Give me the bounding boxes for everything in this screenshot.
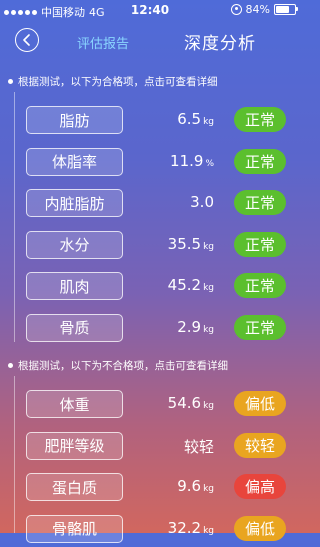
metric-value-number: 11.9: [170, 151, 204, 170]
metric-value: 3.0: [190, 193, 214, 211]
metric-unit: kg: [203, 283, 214, 293]
status-badge: 正常: [234, 314, 286, 340]
metric-row[interactable]: 肥胖等级 较轻 较轻: [0, 431, 300, 464]
metric-unit: kg: [203, 117, 214, 127]
bullet-dot-icon: [8, 363, 13, 368]
qualified-heading-text: 根据测试，以下为合格项，点击可查看详细: [18, 76, 218, 88]
report-tab-link[interactable]: 评估报告: [77, 33, 129, 52]
metric-unit: kg: [203, 241, 214, 252]
metric-unit: kg: [203, 525, 214, 536]
metric-value: 35.5 kg: [168, 235, 214, 253]
metric-value-number: 32.2: [167, 518, 202, 537]
status-badge: 偏高: [234, 474, 286, 499]
metric-label-button[interactable]: 水分: [26, 230, 123, 259]
metric-value: 9.6 kg: [177, 477, 214, 495]
bullet-dot-icon: [8, 79, 13, 84]
unqualified-heading-text: 根据测试，以下为不合格项，点击可查看详细: [18, 360, 228, 372]
metric-value-number: 9.6: [177, 477, 202, 495]
metric-label-button[interactable]: 体脂率: [26, 147, 123, 176]
status-badge: 正常: [234, 273, 286, 298]
metric-row[interactable]: 蛋白质 9.6 kg 偏高: [0, 473, 300, 505]
metric-row[interactable]: 体脂率 11.9% 正常: [0, 147, 300, 180]
metric-unit: kg: [203, 401, 214, 411]
metric-label-button[interactable]: 骨骼肌: [26, 514, 123, 543]
metric-value: 45.2 kg: [168, 276, 214, 294]
chevron-left-icon: [23, 34, 30, 46]
metric-value: 54.6 kg: [168, 394, 214, 412]
metric-value-number: 35.5: [167, 234, 202, 253]
metric-value-number: 45.2: [167, 276, 202, 294]
metric-row[interactable]: 内脏脂肪 3.0 正常: [0, 189, 300, 221]
metric-unit: kg: [203, 484, 214, 494]
status-badge: 正常: [234, 190, 286, 215]
status-bar: 中国移动 4G 12:40 84%: [0, 0, 300, 20]
metric-label-button[interactable]: 脂肪: [26, 106, 123, 134]
metric-label-button[interactable]: 肥胖等级: [26, 431, 123, 460]
metric-unit: %: [205, 158, 214, 169]
metric-row[interactable]: 肌肉 45.2 kg 正常: [0, 272, 300, 304]
metric-row[interactable]: 水分 35.5 kg 正常: [0, 230, 300, 263]
battery-icon: [274, 4, 298, 15]
metric-value-number: 较轻: [183, 437, 214, 456]
metric-label-button[interactable]: 骨质: [26, 313, 123, 342]
status-badge: 较轻: [234, 432, 286, 458]
metric-unit: kg: [203, 324, 214, 335]
battery-group: 84%: [230, 3, 298, 16]
metric-label-button[interactable]: 体重: [26, 390, 123, 418]
metric-value-number: 6.5: [177, 110, 202, 128]
metric-value: 6.5 kg: [177, 110, 214, 128]
rotation-lock-icon: [230, 4, 242, 15]
page-title: 深度分析: [184, 34, 256, 54]
status-badge: 正常: [234, 148, 286, 174]
metric-row[interactable]: 骨质 2.9 kg 正常: [0, 313, 300, 346]
metric-row[interactable]: 骨骼肌 32.2 kg 偏低: [0, 514, 300, 547]
metric-value: 2.9 kg: [177, 318, 214, 336]
metric-value-number: 2.9: [177, 317, 202, 336]
metric-row[interactable]: 脂肪 6.5 kg 正常: [0, 106, 300, 138]
metric-value: 较轻: [184, 436, 214, 457]
metric-label-button[interactable]: 蛋白质: [26, 473, 123, 501]
metric-label-button[interactable]: 肌肉: [26, 272, 123, 300]
qualified-section-heading: 根据测试，以下为合格项，点击可查看详细: [8, 74, 218, 89]
status-badge: 偏低: [234, 391, 286, 416]
metric-value-number: 54.6: [167, 394, 202, 412]
metric-value: 11.9%: [170, 152, 214, 170]
nav-bar: 评估报告 深度分析: [0, 22, 300, 62]
back-button[interactable]: [15, 28, 39, 52]
metric-row[interactable]: 体重 54.6 kg 偏低: [0, 390, 300, 422]
status-badge: 偏低: [234, 515, 286, 541]
status-badge: 正常: [234, 231, 286, 257]
metric-value-number: 3.0: [190, 193, 214, 211]
metric-value: 32.2 kg: [168, 519, 214, 537]
metric-label-button[interactable]: 内脏脂肪: [26, 189, 123, 217]
battery-percent: 84%: [245, 3, 270, 16]
status-badge: 正常: [234, 107, 286, 132]
unqualified-section-heading: 根据测试，以下为不合格项，点击可查看详细: [8, 358, 228, 373]
